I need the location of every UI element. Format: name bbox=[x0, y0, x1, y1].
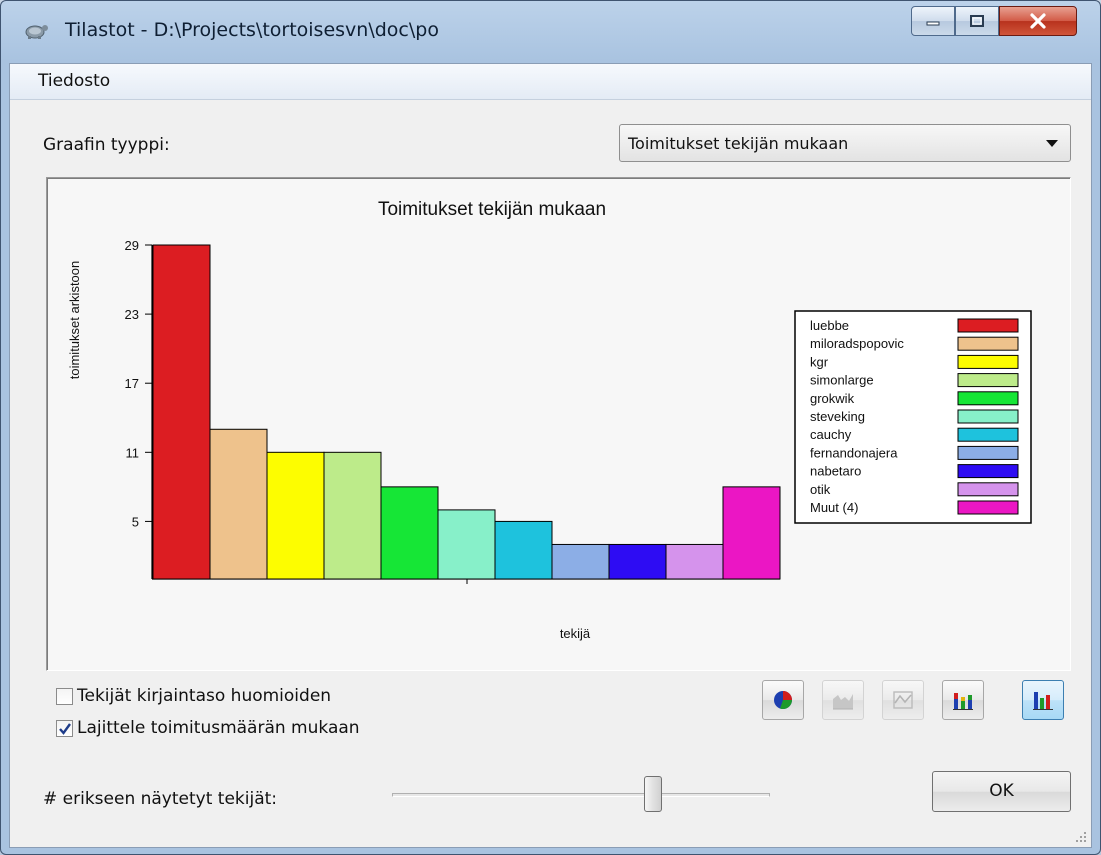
pie-chart-icon bbox=[774, 691, 792, 710]
authors-slider-track[interactable] bbox=[392, 793, 770, 797]
x-axis-label: tekijä bbox=[560, 626, 591, 641]
bar-simonlarge bbox=[323, 451, 382, 580]
legend-label: otik bbox=[810, 482, 831, 497]
y-tick-label: 5 bbox=[132, 514, 139, 529]
area-chart-button[interactable] bbox=[822, 680, 864, 720]
sort-by-commits-checkbox[interactable] bbox=[56, 720, 73, 737]
area-chart-icon bbox=[833, 694, 853, 710]
tortoisesvn-app-icon bbox=[25, 25, 48, 39]
bar-chart: Toimitukset tekijän mukaan toimitukset a… bbox=[67, 199, 1032, 641]
bar-luebbe bbox=[152, 244, 211, 580]
statistics-window: Tilastot - D:\Projects\tortoisesvn\doc\p… bbox=[0, 0, 1101, 855]
bar-cauchy bbox=[494, 520, 553, 580]
resize-grip-icon[interactable] bbox=[1073, 829, 1087, 843]
graph-type-selected-value: Toimitukset tekijän mukaan bbox=[628, 134, 849, 153]
chevron-down-icon bbox=[1046, 140, 1058, 147]
legend-label: luebbe bbox=[810, 318, 849, 333]
chart-title: Toimitukset tekijän mukaan bbox=[378, 199, 606, 220]
legend-label: steveking bbox=[810, 409, 865, 424]
maximize-icon bbox=[970, 15, 984, 27]
bar-steveking bbox=[437, 509, 496, 580]
minimize-icon bbox=[926, 21, 940, 26]
y-tick-label: 23 bbox=[125, 307, 139, 322]
maximize-button[interactable] bbox=[955, 6, 999, 36]
legend-label: grokwik bbox=[810, 391, 855, 406]
bar-chart-icon bbox=[1033, 692, 1053, 710]
legend-swatch bbox=[957, 409, 1019, 424]
bar-nabetaro bbox=[608, 543, 667, 580]
menu-file[interactable]: Tiedosto bbox=[38, 71, 110, 91]
legend-swatch bbox=[957, 336, 1019, 351]
sort-by-commits-label: Lajittele toimitusmäärän mukaan bbox=[77, 718, 360, 738]
ok-button[interactable]: OK bbox=[932, 771, 1071, 812]
menu-bar: Tiedosto bbox=[10, 64, 1091, 100]
chart-panel: Toimitukset tekijän mukaan toimitukset a… bbox=[46, 177, 1071, 671]
bar-fernandonajera bbox=[551, 543, 610, 580]
legend-swatch bbox=[957, 427, 1019, 442]
legend-label: miloradspopovic bbox=[810, 336, 904, 351]
legend-swatch bbox=[957, 482, 1019, 497]
legend-swatch bbox=[957, 464, 1019, 479]
y-tick-label: 17 bbox=[125, 376, 139, 391]
legend-swatch bbox=[957, 391, 1019, 406]
bar-miloradspopovic bbox=[209, 428, 268, 580]
title-bar[interactable]: Tilastot - D:\Projects\tortoisesvn\doc\p… bbox=[1, 1, 1100, 57]
authors-slider-thumb[interactable] bbox=[644, 776, 662, 812]
y-tick-label: 11 bbox=[126, 445, 140, 460]
case-sensitive-label: Tekijät kirjaintaso huomioiden bbox=[77, 686, 332, 706]
legend-swatch bbox=[957, 500, 1019, 515]
close-button[interactable] bbox=[999, 6, 1077, 36]
window-title: Tilastot - D:\Projects\tortoisesvn\doc\p… bbox=[65, 19, 439, 41]
bar-kgr bbox=[266, 451, 325, 580]
stacked-bar-chart-icon bbox=[953, 693, 973, 710]
legend-label: kgr bbox=[810, 354, 829, 369]
legend-swatch bbox=[957, 354, 1019, 369]
legend-label: cauchy bbox=[810, 427, 852, 442]
legend-swatch bbox=[957, 318, 1019, 333]
bar-grokwik bbox=[380, 486, 439, 580]
stacked-bar-chart-button[interactable] bbox=[942, 680, 984, 720]
y-axis-label: toimitukset arkistoon bbox=[67, 261, 82, 380]
bar-muut-4 bbox=[722, 486, 781, 580]
checkmark-icon bbox=[59, 723, 71, 735]
bar-chart-button[interactable] bbox=[1022, 680, 1064, 720]
legend-swatch bbox=[957, 445, 1019, 460]
bar-otik bbox=[665, 543, 724, 580]
legend-label: fernandonajera bbox=[810, 445, 898, 460]
legend-label: nabetaro bbox=[810, 464, 861, 479]
authors-shown-label: # erikseen näytetyt tekijät: bbox=[43, 789, 278, 809]
close-icon bbox=[1030, 13, 1046, 29]
graph-type-label: Graafin tyyppi: bbox=[43, 135, 170, 155]
y-tick-label: 29 bbox=[125, 238, 139, 253]
case-sensitive-checkbox[interactable] bbox=[56, 688, 73, 705]
line-chart-icon bbox=[893, 691, 913, 709]
minimize-button[interactable] bbox=[911, 6, 955, 36]
line-chart-button[interactable] bbox=[882, 680, 924, 720]
legend-swatch bbox=[957, 373, 1019, 388]
graph-type-dropdown[interactable]: Toimitukset tekijän mukaan bbox=[619, 124, 1071, 162]
legend-label: simonlarge bbox=[810, 373, 874, 388]
dialog-client-area: Tiedosto Graafin tyyppi: Toimitukset tek… bbox=[9, 63, 1092, 848]
legend-label: Muut (4) bbox=[810, 500, 858, 515]
pie-chart-button[interactable] bbox=[762, 680, 804, 720]
